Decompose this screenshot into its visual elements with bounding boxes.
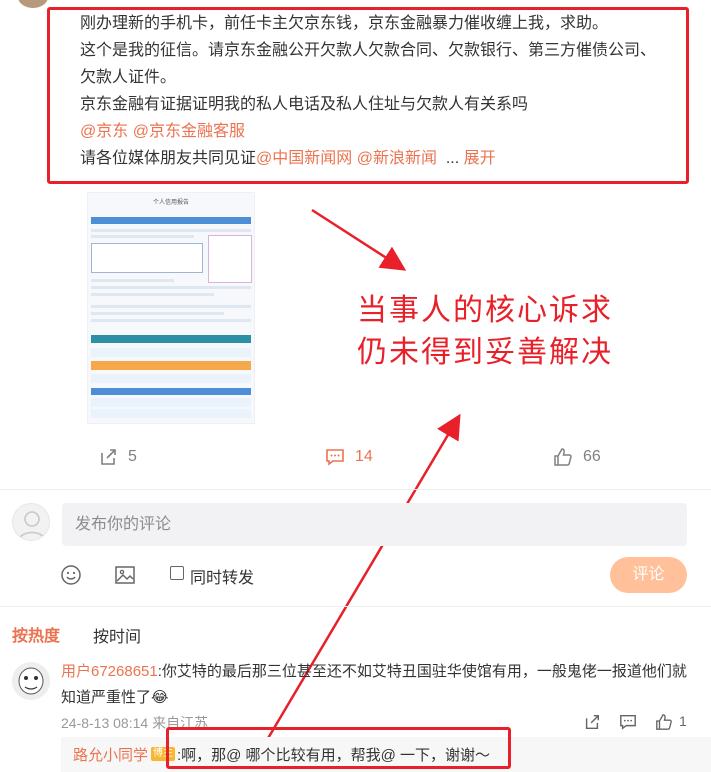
comment-count-button[interactable]: 14 — [325, 446, 373, 468]
sort-by-time-tab[interactable]: 按时间 — [93, 623, 141, 647]
arrow-to-post — [311, 208, 407, 271]
comment-like-count: 1 — [679, 713, 687, 729]
image-icon[interactable] — [113, 563, 137, 587]
repost-label: 同时转发 — [190, 570, 255, 587]
reply-author-name[interactable]: 路允小同学 — [73, 744, 148, 765]
thumbs-up-icon[interactable] — [655, 713, 673, 731]
emoji-icon[interactable] — [59, 563, 83, 587]
comment-text-line-2: 知道严重性了 — [61, 689, 152, 706]
report-row — [91, 279, 174, 282]
report-row — [91, 293, 214, 296]
laughing-emoji-icon: 😂 — [151, 689, 169, 706]
poster-avatar[interactable] — [18, 0, 48, 8]
report-row — [91, 235, 194, 238]
thumbs-up-icon — [554, 448, 572, 466]
report-section-bar — [91, 335, 251, 343]
report-row — [91, 312, 224, 315]
divider — [0, 489, 711, 490]
repost-checkbox[interactable] — [170, 566, 184, 580]
default-avatar-icon — [18, 511, 46, 540]
comment-icon — [326, 449, 344, 466]
credit-report-image[interactable]: 个人信用报告 — [87, 192, 255, 424]
highlight-box-reply — [166, 727, 511, 769]
annotation-line-1: 当事人的核心诉求 — [357, 293, 613, 328]
reply-icon[interactable] — [619, 713, 637, 731]
share-button[interactable]: 5 — [98, 446, 137, 468]
report-row — [91, 348, 251, 357]
comment-input[interactable] — [62, 503, 687, 546]
report-row — [91, 286, 251, 289]
divider — [0, 606, 711, 607]
report-row — [91, 229, 251, 232]
report-row — [91, 305, 251, 308]
meme-avatar-icon — [12, 662, 50, 700]
sort-by-hot-tab[interactable]: 按热度 — [12, 622, 60, 646]
annotation-text: 当事人的核心诉求 仍未得到妥善解决 — [357, 290, 613, 374]
report-table — [91, 243, 203, 273]
report-section-bar — [91, 361, 251, 370]
share-icon — [101, 449, 116, 465]
comment-count: 14 — [355, 448, 373, 465]
highlight-box-post — [47, 7, 689, 184]
share-icon[interactable] — [583, 713, 601, 731]
report-note — [208, 235, 252, 283]
share-count: 5 — [128, 448, 137, 465]
report-row — [91, 398, 251, 407]
comment-body: 用户67268651:你艾特的最后那三位甚至还不如艾特丑国驻华使馆有用，一般鬼佬… — [61, 659, 689, 711]
current-user-avatar — [12, 503, 50, 541]
comment-text-line-1: :你艾特的最后那三位甚至还不如艾特丑国驻华使馆有用，一般鬼佬一报道他们就 — [157, 663, 687, 680]
credit-report-title: 个人信用报告 — [152, 200, 189, 206]
report-section-bar — [91, 217, 251, 224]
report-row — [91, 409, 251, 418]
submit-comment-button[interactable]: 评论 — [610, 557, 687, 593]
report-row — [91, 374, 251, 383]
report-section-bar — [91, 388, 251, 395]
commenter-avatar[interactable] — [12, 662, 50, 700]
like-count: 66 — [583, 448, 601, 465]
commenter-name[interactable]: 用户67268651 — [61, 663, 158, 680]
like-button[interactable]: 66 — [553, 446, 601, 468]
annotation-line-2: 仍未得到妥善解决 — [357, 335, 613, 370]
report-row — [91, 319, 251, 322]
